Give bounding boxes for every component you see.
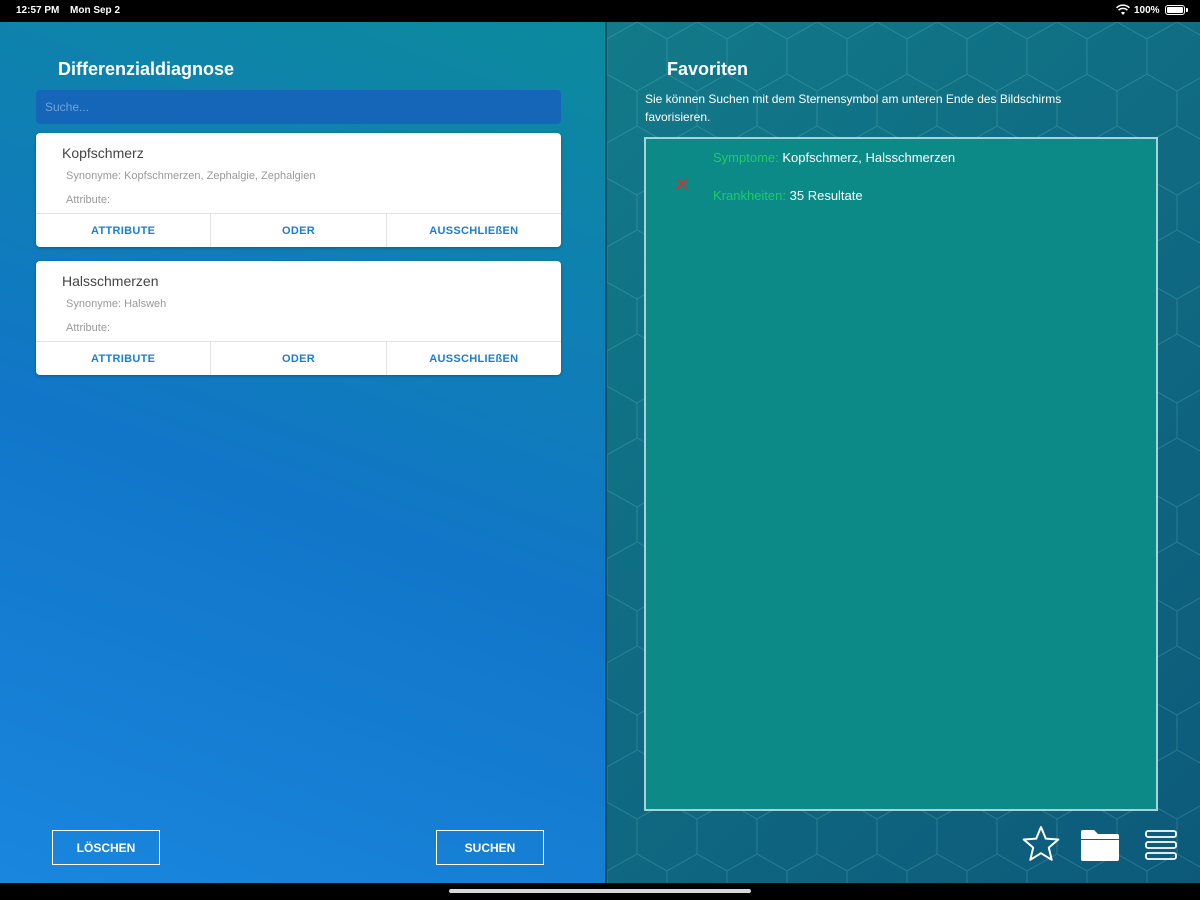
symptom-name: Kopfschmerz xyxy=(62,145,144,161)
menu-icon[interactable] xyxy=(1144,828,1178,862)
favorites-pane: Favoriten Sie können Suchen mit dem Ster… xyxy=(607,22,1200,883)
symptom-card: Kopfschmerz Synonyme: Kopfschmerzen, Zep… xyxy=(36,133,561,247)
search-input[interactable] xyxy=(36,90,561,124)
battery-percent: 100% xyxy=(1134,5,1160,16)
status-bar: 12:57 PM Mon Sep 2 100% xyxy=(0,0,1200,22)
home-indicator[interactable] xyxy=(449,889,751,893)
search-button[interactable]: SUCHEN xyxy=(436,830,544,865)
favorites-description: Sie können Suchen mit dem Sternensymbol … xyxy=(645,92,1062,124)
card-actions: ATTRIBUTE ODER AUSSCHLIEßEN xyxy=(36,213,561,247)
folder-icon[interactable] xyxy=(1079,828,1121,862)
symptom-name: Halsschmerzen xyxy=(62,273,159,289)
favorites-list: Symptome: Kopfschmerz, Halsschmerzen Kra… xyxy=(644,137,1158,811)
status-time: 12:57 PM xyxy=(16,5,60,16)
differential-diagnosis-pane: Differenzialdiagnose Kopfschmerz Synonym… xyxy=(0,22,605,883)
symptom-synonyms: Synonyme: Halsweh xyxy=(66,298,167,310)
status-date: Mon Sep 2 xyxy=(70,5,121,16)
favorites-title: Favoriten xyxy=(667,59,749,79)
clear-button[interactable]: LÖSCHEN xyxy=(52,830,160,865)
page-title: Differenzialdiagnose xyxy=(58,59,235,79)
favorite-symptoms[interactable]: Symptome: Kopfschmerz, Halsschmerzen xyxy=(713,150,955,165)
home-indicator-area xyxy=(0,883,1200,900)
symptoms-value: Kopfschmerz, Halsschmerzen xyxy=(782,150,956,165)
remove-favorite-icon[interactable] xyxy=(674,176,690,192)
or-button[interactable]: ODER xyxy=(211,342,387,375)
symptom-card: Halsschmerzen Synonyme: Halsweh Attribut… xyxy=(36,261,561,375)
diseases-key: Krankheiten: xyxy=(713,188,786,203)
exclude-button[interactable]: AUSSCHLIEßEN xyxy=(387,342,561,375)
symptom-attributes: Attribute: xyxy=(66,194,111,206)
wifi-icon xyxy=(1116,4,1130,15)
favorite-diseases[interactable]: Krankheiten: 35 Resultate xyxy=(713,188,863,203)
symptom-attributes: Attribute: xyxy=(66,322,111,334)
diseases-value: 35 Resultate xyxy=(789,188,863,203)
symptoms-key: Symptome: xyxy=(713,150,779,165)
attribute-button[interactable]: ATTRIBUTE xyxy=(36,342,212,375)
battery-icon xyxy=(1165,5,1188,15)
star-icon[interactable] xyxy=(1021,824,1061,864)
attribute-button[interactable]: ATTRIBUTE xyxy=(36,214,212,247)
exclude-button[interactable]: AUSSCHLIEßEN xyxy=(387,214,561,247)
symptom-synonyms: Synonyme: Kopfschmerzen, Zephalgie, Zeph… xyxy=(66,170,316,182)
card-actions: ATTRIBUTE ODER AUSSCHLIEßEN xyxy=(36,341,561,375)
or-button[interactable]: ODER xyxy=(211,214,387,247)
